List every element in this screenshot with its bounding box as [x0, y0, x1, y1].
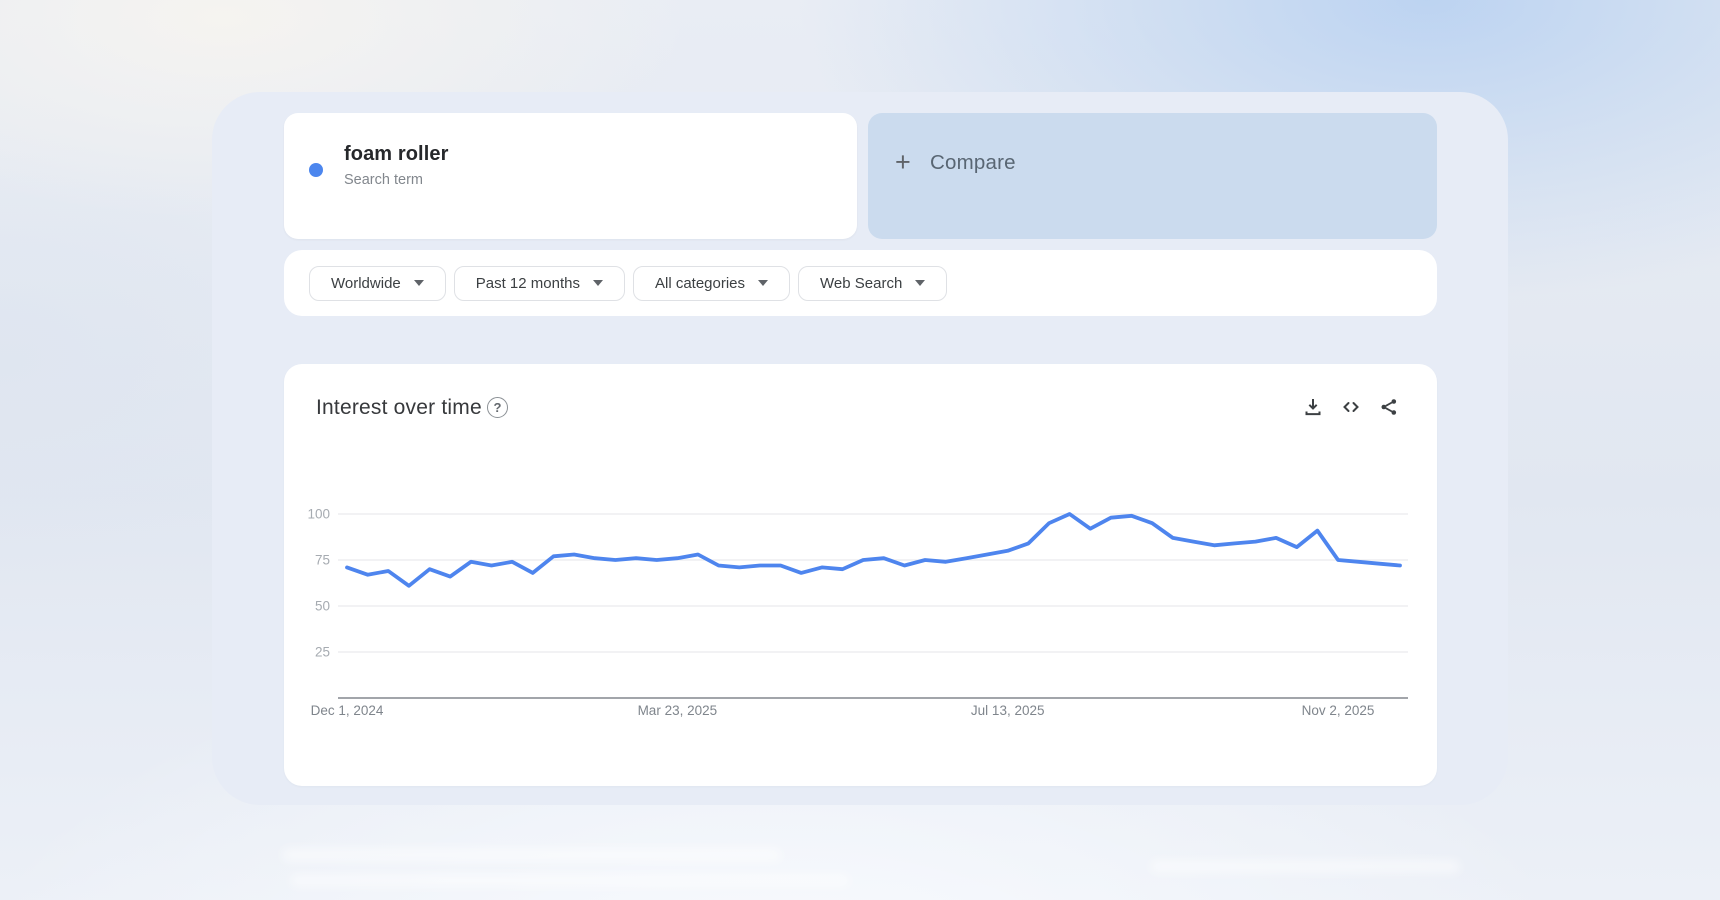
add-comparison-button[interactable]: + Compare: [868, 113, 1437, 239]
y-tick-label: 50: [315, 599, 330, 614]
compare-label: Compare: [930, 151, 1016, 174]
chevron-down-icon: [758, 280, 769, 286]
region-filter-dropdown[interactable]: Worldwide: [309, 265, 446, 301]
background-blur-artifact: [282, 848, 782, 862]
interest-over-time-card: Interest over time 25 50 75 100 Dec 1, 2024 M…: [284, 364, 1437, 786]
chevron-down-icon: [915, 280, 926, 286]
help-icon[interactable]: ?: [487, 397, 508, 418]
google-trends-page: foam roller Search term + Compare Worldw…: [0, 0, 1720, 900]
filter-bar: Worldwide Past 12 months All categories …: [284, 250, 1437, 316]
region-filter-value: Worldwide: [331, 274, 401, 292]
time-range-filter-value: Past 12 months: [475, 274, 580, 292]
plus-icon: +: [895, 147, 911, 177]
chevron-down-icon: [592, 280, 603, 286]
category-filter-value: All categories: [654, 274, 746, 292]
chevron-down-icon: [413, 280, 424, 286]
trend-line: [345, 512, 1402, 588]
search-type-filter-value: Web Search: [820, 274, 903, 292]
y-tick-label: 75: [315, 553, 330, 568]
x-tick-label: Nov 2, 2025: [1302, 703, 1375, 718]
search-term-type: Search term: [344, 172, 423, 188]
search-term-label: foam roller: [344, 143, 449, 165]
x-tick-label: Mar 23, 2025: [638, 703, 718, 718]
x-tick-label: Dec 1, 2024: [311, 703, 384, 718]
y-tick-label: 100: [307, 507, 330, 522]
background-blur-artifact: [290, 874, 850, 887]
search-term-card[interactable]: foam roller Search term: [284, 113, 857, 239]
y-tick-label: 25: [315, 645, 330, 660]
x-tick-label: Jul 13, 2025: [971, 703, 1045, 718]
term-color-dot-icon: [309, 163, 323, 177]
search-type-filter-dropdown[interactable]: Web Search: [798, 265, 948, 301]
interest-over-time-chart: 25 50 75 100 Dec 1, 2024 Mar 23, 2025 Jul 13, …: [307, 507, 1408, 718]
category-filter-dropdown[interactable]: All categories: [632, 265, 791, 301]
time-range-filter-dropdown[interactable]: Past 12 months: [453, 265, 625, 301]
background-blur-artifact: [1150, 860, 1460, 873]
